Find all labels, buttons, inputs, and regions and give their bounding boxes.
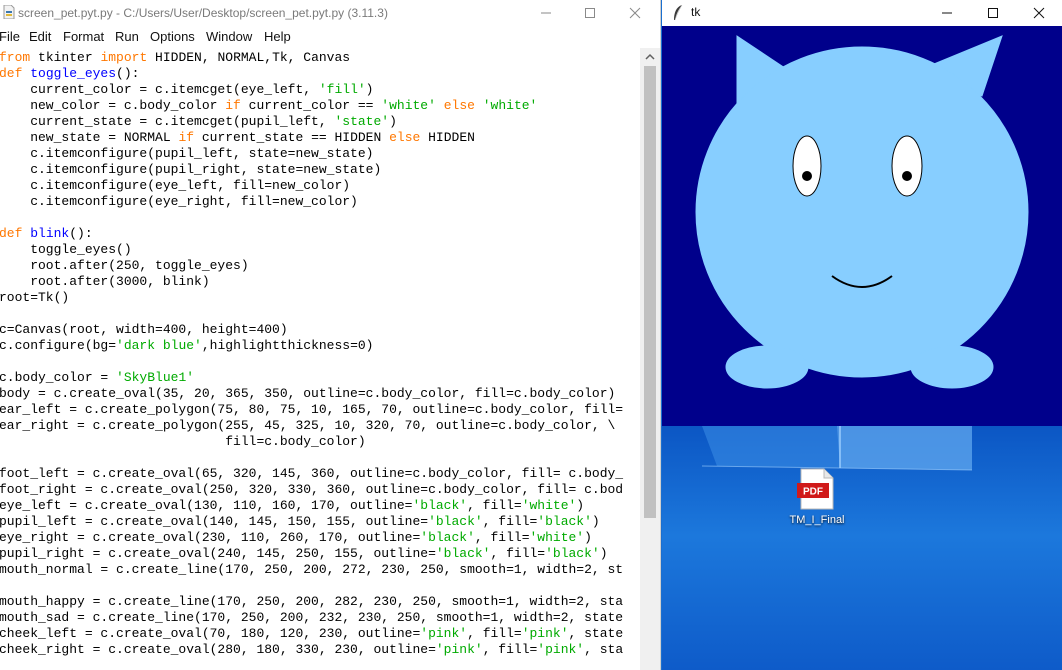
minimize-button[interactable] (523, 0, 569, 26)
maximize-icon (585, 8, 595, 18)
menu-window[interactable]: Window (206, 29, 252, 44)
code-line: c.itemconfigure(pupil_left, state=new_st… (0, 146, 374, 161)
scrollbar-thumb[interactable] (644, 66, 656, 518)
code-line: c.itemconfigure(eye_left, fill=new_color… (0, 178, 351, 193)
code-line: mouth_happy = c.create_line(170, 250, 20… (0, 594, 624, 609)
close-button[interactable] (612, 0, 658, 26)
code-line: mouth_sad = c.create_line(170, 250, 200,… (0, 610, 624, 625)
pet-foot-right (910, 345, 994, 389)
code-line: from tkinter import HIDDEN, NORMAL,Tk, C… (0, 50, 351, 65)
code-line: c=Canvas(root, width=400, height=400) (0, 322, 288, 337)
code-line: mouth_normal = c.create_line(170, 250, 2… (0, 562, 624, 577)
code-line: eye_left = c.create_oval(130, 110, 160, … (0, 498, 585, 513)
tk-feather-icon (674, 4, 683, 21)
code-line: toggle_eyes() (0, 242, 132, 257)
code-line: cheek_left = c.create_oval(70, 180, 120,… (0, 626, 624, 641)
scroll-up-arrow-icon[interactable] (644, 52, 656, 62)
code-line: body = c.create_oval(35, 20, 365, 350, o… (0, 386, 616, 401)
close-icon (629, 7, 641, 19)
minimize-icon (541, 12, 551, 14)
code-line: foot_right = c.create_oval(250, 320, 330… (0, 482, 624, 497)
pet-pupil-left (802, 171, 812, 181)
close-icon (1033, 7, 1045, 19)
menu-help[interactable]: Help (264, 29, 291, 44)
code-line: pupil_right = c.create_oval(240, 145, 25… (0, 546, 608, 561)
maximize-button[interactable] (567, 0, 613, 26)
vertical-scrollbar[interactable] (640, 48, 660, 670)
pet-eye-left (792, 135, 822, 197)
editor-titlebar[interactable]: screen_pet.pyt.py - C:/Users/User/Deskto… (0, 0, 660, 26)
tk-minimize-button[interactable] (924, 0, 970, 26)
code-line: ear_right = c.create_polygon(255, 45, 32… (0, 418, 616, 433)
code-line: root.after(3000, blink) (0, 274, 210, 289)
pet-canvas[interactable] (662, 26, 1062, 426)
code-line: c.itemconfigure(eye_right, fill=new_colo… (0, 194, 358, 209)
code-line: c.body_color = 'SkyBlue1' (0, 370, 195, 385)
maximize-icon (988, 8, 998, 18)
tk-window-title: tk (691, 5, 701, 19)
tk-close-button[interactable] (1016, 0, 1062, 26)
code-line: root=Tk() (0, 290, 70, 305)
code-line: def toggle_eyes(): (0, 66, 140, 81)
code-editor-area[interactable]: from tkinter import HIDDEN, NORMAL,Tk, C… (0, 48, 640, 670)
code-line: fill=c.body_color) (0, 434, 366, 449)
code-line: root.after(250, toggle_eyes) (0, 258, 249, 273)
code-line: ear_left = c.create_polygon(75, 80, 75, … (0, 402, 624, 417)
code-line: current_color = c.itemcget(eye_left, 'fi… (0, 82, 374, 97)
desktop-background (662, 426, 1062, 670)
code-line: new_color = c.body_color if current_colo… (0, 98, 538, 113)
tk-titlebar[interactable]: tk (662, 0, 1062, 26)
code-line: cheek_right = c.create_oval(280, 180, 33… (0, 642, 624, 657)
pdf-file-icon[interactable]: PDF (797, 468, 835, 510)
code-line: new_state = NORMAL if current_state == H… (0, 130, 475, 145)
tk-maximize-button[interactable] (970, 0, 1016, 26)
code-line: current_state = c.itemcget(pupil_left, '… (0, 114, 397, 129)
code-line: eye_right = c.create_oval(230, 110, 260,… (0, 530, 592, 545)
editor-window-title: screen_pet.pyt.py - C:/Users/User/Deskto… (18, 6, 388, 20)
python-file-icon (3, 5, 15, 19)
code-line: def blink(): (0, 226, 93, 241)
pet-eye-right (891, 135, 923, 197)
idle-editor-window: screen_pet.pyt.py - C:/Users/User/Deskto… (0, 0, 661, 670)
windows-logo-light (701, 426, 973, 471)
menu-edit[interactable]: Edit (29, 29, 51, 44)
editor-menubar: File Edit Format Run Options Window Help (0, 26, 660, 46)
pet-foot-left (725, 345, 809, 389)
pdf-badge-text: PDF (803, 487, 823, 498)
pet-pupil-right (902, 171, 912, 181)
menu-run[interactable]: Run (115, 29, 139, 44)
code-line: pupil_left = c.create_oval(140, 145, 150… (0, 514, 600, 529)
menu-options[interactable]: Options (150, 29, 195, 44)
code-line: c.configure(bg='dark blue',highlightthic… (0, 338, 374, 353)
tk-window: tk (662, 0, 1062, 426)
minimize-icon (942, 12, 952, 14)
menu-file[interactable]: File (0, 29, 20, 44)
code-line: foot_left = c.create_oval(65, 320, 145, … (0, 466, 624, 481)
menu-format[interactable]: Format (63, 29, 104, 44)
pdf-file-label[interactable]: TM_I_Final (776, 514, 858, 526)
pet-body (695, 46, 1029, 378)
code-line: c.itemconfigure(pupil_right, state=new_s… (0, 162, 382, 177)
